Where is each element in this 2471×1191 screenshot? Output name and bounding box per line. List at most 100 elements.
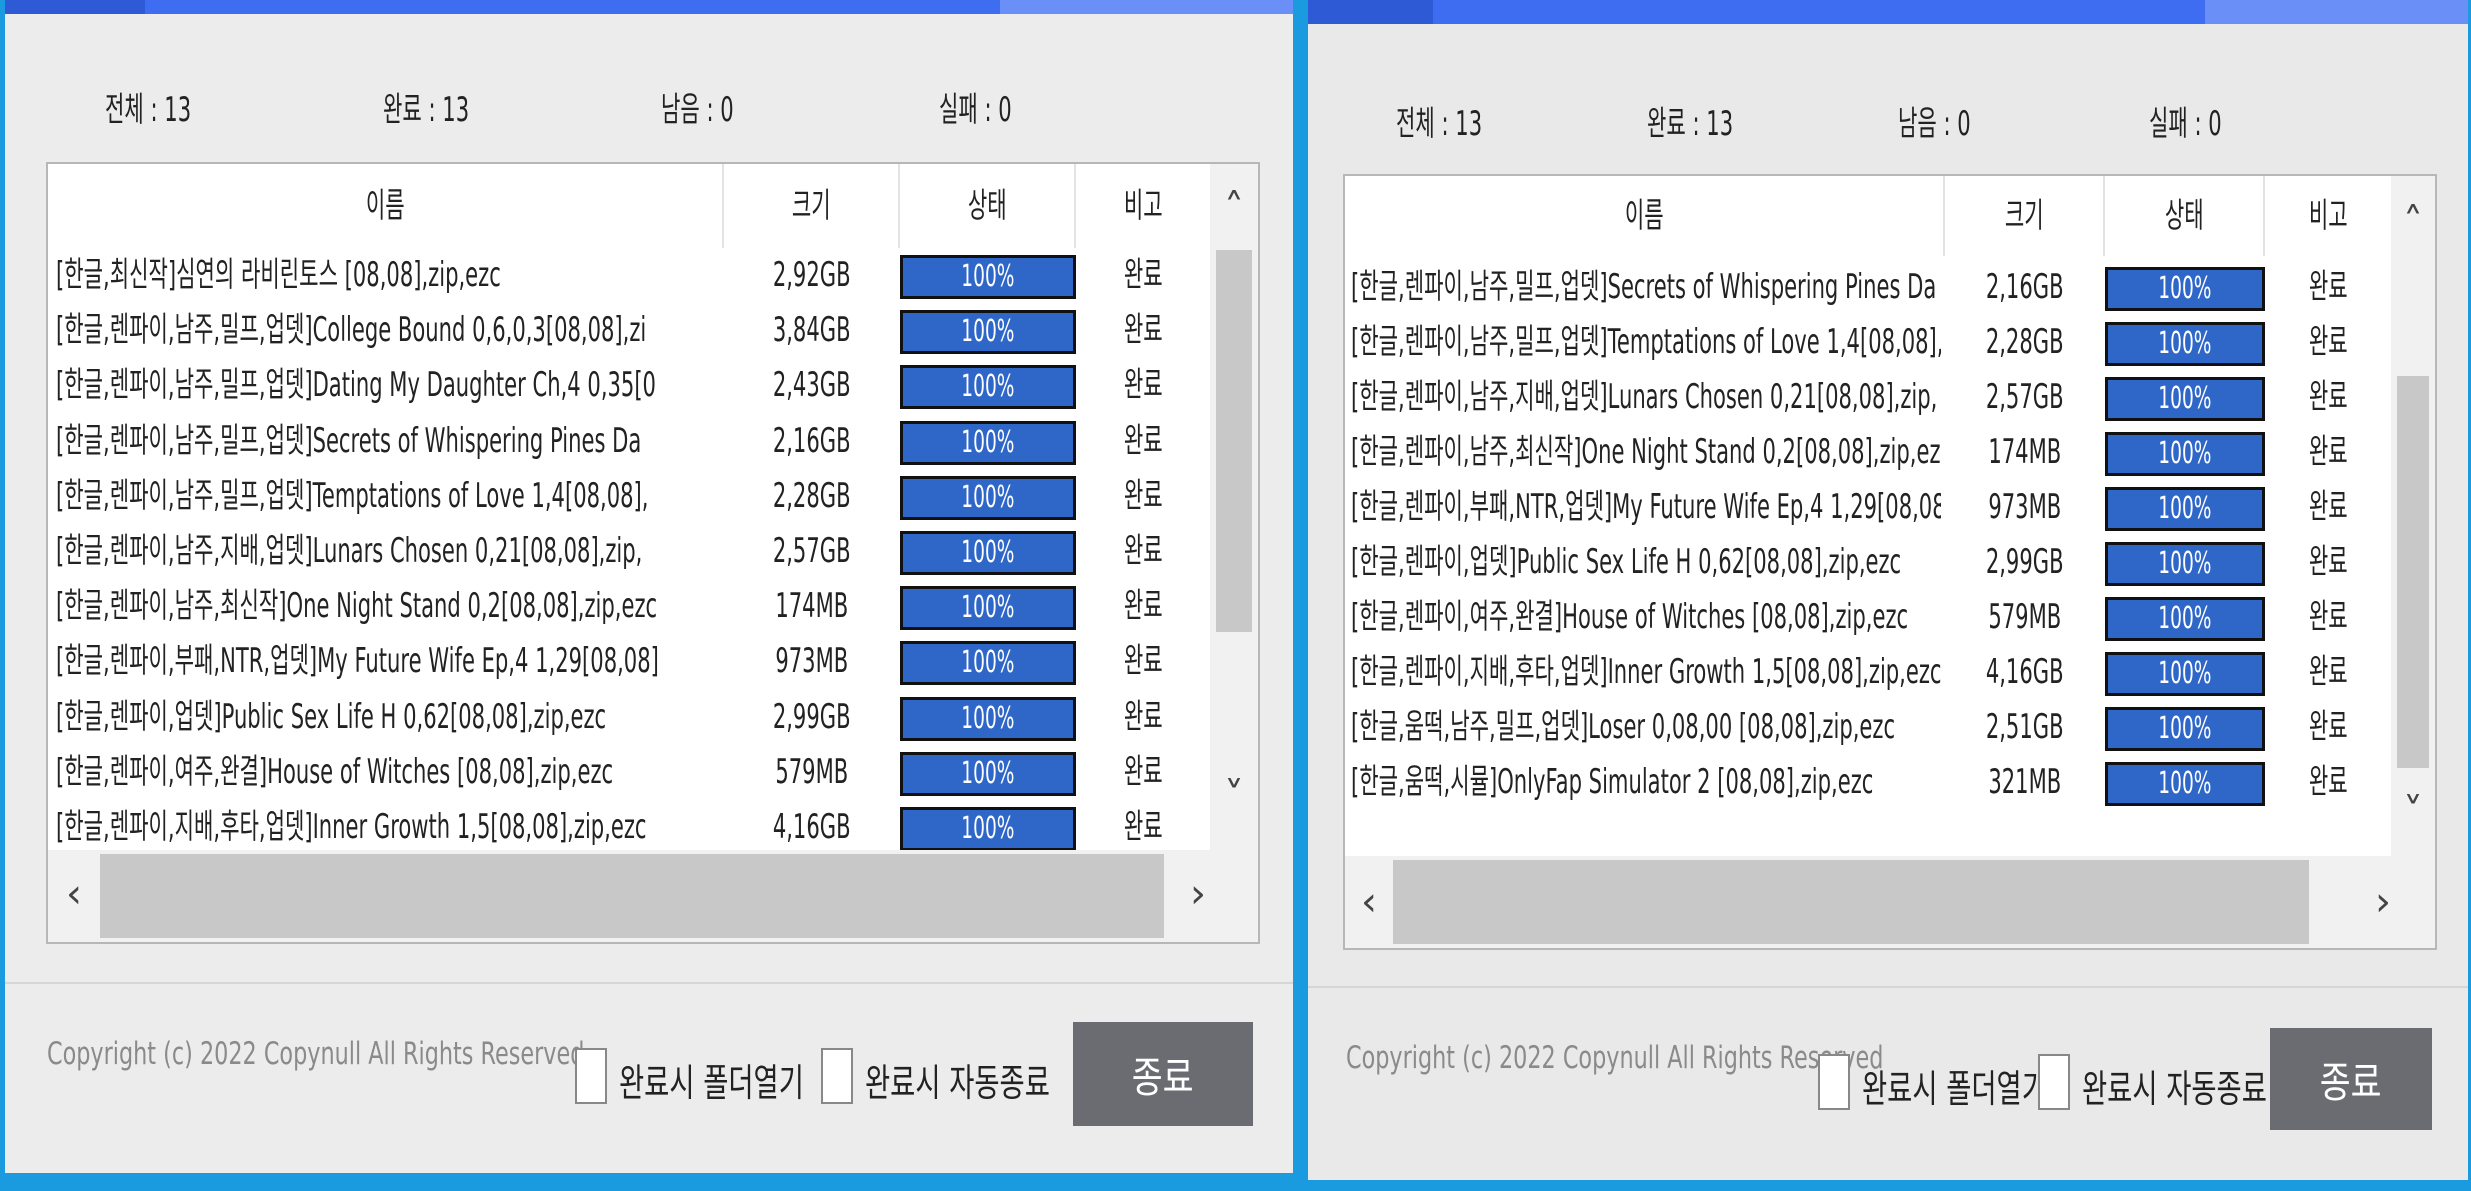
file-size: 2,51GB <box>1986 707 2064 747</box>
open-folder-checkbox[interactable] <box>575 1048 607 1104</box>
horizontal-scrollbar[interactable]: ‹ › <box>1345 856 2435 948</box>
status-note: 완료 <box>2308 597 2348 637</box>
file-list[interactable]: 이름 크기 상태 비고 [한글,최신작]심연의 라비린토스 [08,08],zi… <box>46 162 1260 944</box>
file-row[interactable]: [한글,렌파이,남주,밀프,업뎃]Dating My Daughter Ch,4… <box>48 358 1210 413</box>
file-row[interactable]: [한글,렌파이,업뎃]Public Sex Life H 0,62[08,08]… <box>48 690 1210 745</box>
horizontal-scrollbar[interactable]: ‹ › <box>48 850 1258 942</box>
file-size: 579MB <box>775 751 849 792</box>
status-note: 완료 <box>1123 751 1163 792</box>
scroll-up-arrow[interactable]: ˄ <box>1210 184 1258 234</box>
file-name: [한글,렌파이,업뎃]Public Sex Life H 0,62[08,08]… <box>1351 542 1902 582</box>
status-note: 완료 <box>2308 377 2348 417</box>
progress-bar: 100% <box>900 586 1076 631</box>
file-row[interactable]: [한글,움떡,시뮬]OnlyFap Simulator 2 [08,08],zi… <box>1345 755 2391 810</box>
open-folder-option[interactable]: 완료시 폴더열기 <box>575 1048 805 1108</box>
scroll-up-arrow[interactable]: ˄ <box>2391 198 2435 248</box>
scroll-left-arrow[interactable]: ‹ <box>1349 872 1389 932</box>
file-size: 2,99GB <box>773 696 851 737</box>
file-size: 2,57GB <box>773 531 851 571</box>
file-row[interactable]: [한글,렌파이,남주,지배,업뎃]Lunars Chosen 0,21[08,0… <box>1345 370 2391 425</box>
scroll-left-arrow[interactable]: ‹ <box>52 864 96 924</box>
progress-bar: 100% <box>900 475 1076 520</box>
vertical-scrollbar[interactable]: ˄ ˅ <box>1210 164 1258 850</box>
file-size: 2,99GB <box>1986 542 2064 582</box>
progress-bar: 100% <box>900 807 1076 850</box>
file-row[interactable]: [한글,렌파이,업뎃]Public Sex Life H 0,62[08,08]… <box>1345 535 2391 590</box>
vertical-scroll-thumb[interactable] <box>1216 250 1252 632</box>
file-name: [한글,렌파이,남주,최신작]One Night Stand 0,2[08,08… <box>1351 432 1941 472</box>
progress-bar: 100% <box>900 696 1076 741</box>
column-header-note[interactable]: 비고 <box>2265 176 2391 256</box>
auto-exit-option[interactable]: 완료시 자동종료 <box>2038 1054 2267 1114</box>
file-row[interactable]: [한글,렌파이,남주,밀프,업뎃]Secrets of Whispering P… <box>1345 260 2391 315</box>
file-row[interactable]: [한글,렌파이,남주,밀프,업뎃]Temptations of Love 1,4… <box>48 469 1210 524</box>
horizontal-scroll-thumb[interactable] <box>1393 860 2309 944</box>
auto-exit-checkbox[interactable] <box>2038 1054 2070 1110</box>
stat-total: 전체 : 13 <box>105 90 192 130</box>
close-button[interactable]: 종료 <box>1073 1022 1253 1126</box>
column-header-status[interactable]: 상태 <box>900 164 1076 248</box>
file-size: 4,16GB <box>1986 652 2064 692</box>
vertical-scroll-thumb[interactable] <box>2397 376 2429 768</box>
file-name: [한글,렌파이,지배,후타,업뎃]Inner Growth 1,5[08,08]… <box>1351 652 1941 692</box>
scroll-right-arrow[interactable]: › <box>2363 872 2403 932</box>
scroll-right-arrow[interactable]: › <box>1176 864 1220 924</box>
auto-exit-label: 완료시 자동종료 <box>2082 1067 2267 1111</box>
open-folder-checkbox[interactable] <box>1818 1054 1850 1110</box>
column-header-name[interactable]: 이름 <box>48 164 724 248</box>
progress-bar: 100% <box>2105 487 2265 531</box>
progress-bar: 100% <box>2105 267 2265 311</box>
file-row[interactable]: [한글,렌파이,여주,완결]House of Witches [08,08],z… <box>1345 590 2391 645</box>
file-row[interactable]: [한글,움떡,남주,밀프,업뎃]Loser 0,08,00 [08,08],zi… <box>1345 700 2391 755</box>
file-name: [한글,렌파이,남주,밀프,업뎃]Secrets of Whispering P… <box>1351 267 1937 307</box>
file-size: 174MB <box>1988 432 2062 472</box>
file-name: [한글,렌파이,남주,지배,업뎃]Lunars Chosen 0,21[08,0… <box>56 531 643 571</box>
column-header-status[interactable]: 상태 <box>2105 176 2265 256</box>
file-size: 2,92GB <box>773 255 851 295</box>
file-row[interactable]: [한글,렌파이,남주,지배,업뎃]Lunars Chosen 0,21[08,0… <box>48 524 1210 579</box>
scroll-down-arrow[interactable]: ˅ <box>2391 788 2435 838</box>
close-button[interactable]: 종료 <box>2270 1028 2432 1130</box>
status-note: 완료 <box>1123 365 1163 406</box>
status-note: 완료 <box>2308 762 2348 802</box>
file-size: 2,16GB <box>1986 267 2064 307</box>
file-name: [한글,움떡,남주,밀프,업뎃]Loser 0,08,00 [08,08],zi… <box>1351 707 1896 747</box>
open-folder-label: 완료시 폴더열기 <box>619 1061 804 1105</box>
file-size: 973MB <box>775 641 849 682</box>
file-row[interactable]: [한글,렌파이,지배,후타,업뎃]Inner Growth 1,5[08,08]… <box>1345 645 2391 700</box>
file-row[interactable]: [한글,렌파이,남주,최신작]One Night Stand 0,2[08,08… <box>48 579 1210 634</box>
file-row[interactable]: [한글,렌파이,지배,후타,업뎃]Inner Growth 1,5[08,08]… <box>48 800 1210 850</box>
column-header-name[interactable]: 이름 <box>1345 176 1945 256</box>
file-row[interactable]: [한글,렌파이,부패,NTR,업뎃]My Future Wife Ep,4 1,… <box>48 634 1210 689</box>
auto-exit-checkbox[interactable] <box>821 1048 853 1104</box>
footer-divider <box>5 982 1293 984</box>
file-row[interactable]: [한글,최신작]심연의 라비린토스 [08,08],zip,ezc 2,92GB 1… <box>48 248 1210 303</box>
column-header-note[interactable]: 비고 <box>1076 164 1210 248</box>
file-size: 2,57GB <box>1986 377 2064 417</box>
stat-failed: 실패 : 0 <box>2149 104 2222 144</box>
scroll-down-arrow[interactable]: ˅ <box>1210 772 1258 822</box>
status-note: 완료 <box>1123 255 1163 295</box>
file-row[interactable]: [한글,렌파이,여주,완결]House of Witches [08,08],z… <box>48 745 1210 800</box>
title-bar <box>1308 0 2468 24</box>
open-folder-option[interactable]: 완료시 폴더열기 <box>1818 1054 2047 1114</box>
file-row[interactable]: [한글,렌파이,남주,최신작]One Night Stand 0,2[08,08… <box>1345 425 2391 480</box>
file-row[interactable]: [한글,렌파이,남주,밀프,업뎃]College Bound 0,6,0,3[0… <box>48 303 1210 358</box>
progress-bar: 100% <box>900 420 1076 465</box>
file-row[interactable]: [한글,렌파이,남주,밀프,업뎃]Secrets of Whispering P… <box>48 414 1210 469</box>
file-row[interactable]: [한글,렌파이,남주,밀프,업뎃]Temptations of Love 1,4… <box>1345 315 2391 370</box>
file-size: 2,28GB <box>773 475 851 516</box>
file-row[interactable]: [한글,렌파이,부패,NTR,업뎃]My Future Wife Ep,4 1,… <box>1345 480 2391 535</box>
status-note: 완료 <box>2308 652 2348 692</box>
progress-bar: 100% <box>900 365 1076 410</box>
status-note: 완료 <box>1123 641 1163 682</box>
file-list[interactable]: 이름 크기 상태 비고 [한글,렌파이,남주,밀프,업뎃]Secrets of … <box>1343 174 2437 950</box>
progress-bar: 100% <box>2105 542 2265 586</box>
column-header-size[interactable]: 크기 <box>1945 176 2105 256</box>
file-list-grid: 이름 크기 상태 비고 [한글,최신작]심연의 라비린토스 [08,08],zi… <box>48 164 1210 850</box>
downloader-window-right: 전체 : 13 완료 : 13 남음 : 0 실패 : 0 이름 크기 상태 비… <box>1308 0 2468 1180</box>
horizontal-scroll-thumb[interactable] <box>100 854 1164 938</box>
vertical-scrollbar[interactable]: ˄ ˅ <box>2391 176 2435 856</box>
auto-exit-option[interactable]: 완료시 자동종료 <box>821 1048 1051 1108</box>
column-header-size[interactable]: 크기 <box>724 164 900 248</box>
